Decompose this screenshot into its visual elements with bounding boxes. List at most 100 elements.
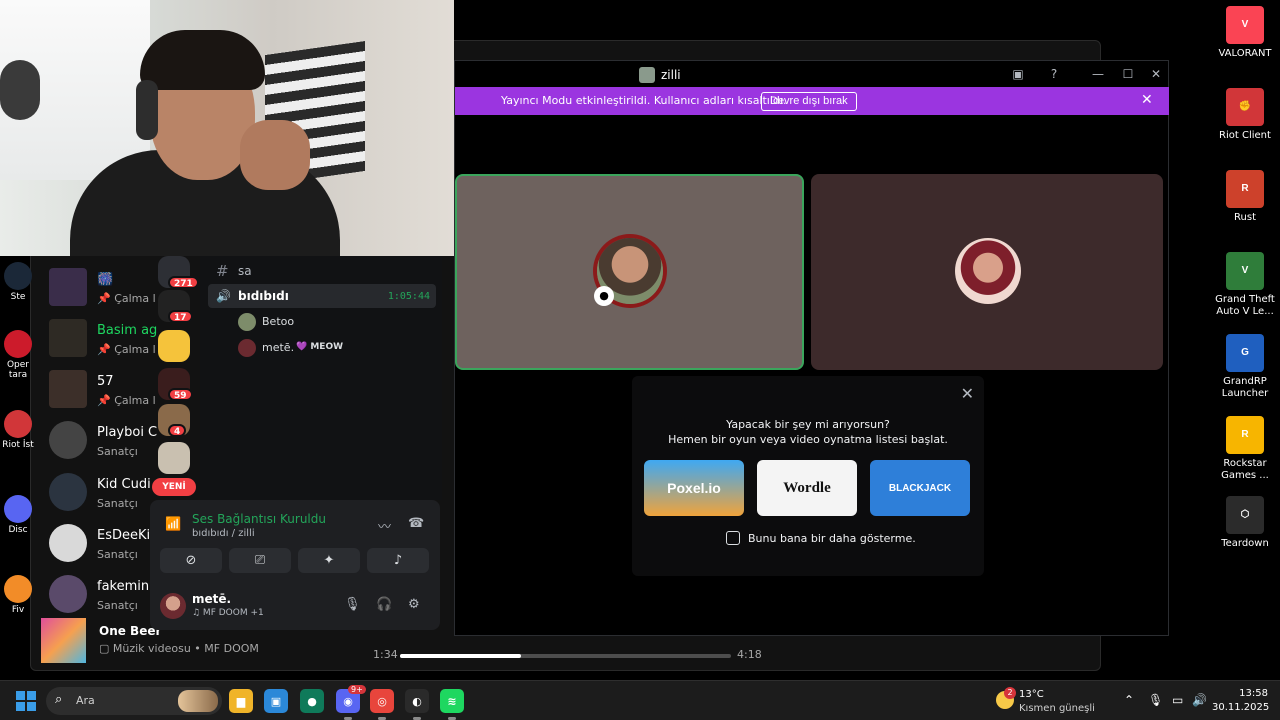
screen-share-button[interactable]: ⎚ xyxy=(229,548,291,573)
xbox-app-icon[interactable]: ● xyxy=(300,689,324,713)
progress-fill xyxy=(400,654,522,658)
library-item-title: 57 xyxy=(97,374,114,389)
desktop-shortcut[interactable]: V VALORANT xyxy=(1210,6,1280,60)
server-icon[interactable] xyxy=(158,442,190,474)
library-item-subtitle: Sanatçı xyxy=(97,445,138,458)
weather-widget[interactable]: 2 13°C Kısmen güneşli xyxy=(994,687,1104,715)
soundboard-button[interactable]: ♪ xyxy=(367,548,429,573)
desktop-shortcut-partial[interactable]: Oper tara xyxy=(0,330,36,380)
desktop-shortcut[interactable]: R Rust xyxy=(1210,170,1280,224)
noise-suppression-icon[interactable]: 〰 xyxy=(378,516,391,535)
close-activity-icon[interactable]: ✕ xyxy=(961,384,974,403)
desktop-shortcut-label: Grand Theft Auto V Le... xyxy=(1215,294,1275,317)
voice-user[interactable]: metē. 💜 MEOW xyxy=(236,337,436,359)
desktop-shortcut-label: Riot Client xyxy=(1219,130,1271,141)
minimize-button[interactable]: — xyxy=(1085,63,1111,85)
close-banner-icon[interactable]: ✕ xyxy=(1141,92,1153,108)
activity-subheading: Hemen bir oyun veya video oynatma listes… xyxy=(668,433,948,446)
new-badge[interactable]: YENİ xyxy=(152,478,196,496)
webcam-person-hair xyxy=(140,30,265,90)
network-icon[interactable]: ▭ xyxy=(1172,693,1183,707)
server-mention-badge: 4 xyxy=(168,424,187,437)
library-item-subtitle: 📌 Çalma l xyxy=(97,394,156,407)
speaker-icon: 🔊 xyxy=(216,289,231,303)
desktop-shortcut-label: GrandRP Launcher xyxy=(1221,376,1269,399)
volume-icon[interactable]: 🔊 xyxy=(1192,693,1207,707)
elapsed-time: 1:34 xyxy=(373,648,398,661)
desktop-shortcut-partial[interactable]: Disc xyxy=(0,495,36,535)
search-placeholder: Ara xyxy=(76,694,95,707)
progress-bar[interactable] xyxy=(400,654,731,658)
text-channel-name[interactable]: sa xyxy=(238,264,252,278)
windows-start-button[interactable] xyxy=(16,691,36,711)
desktop-shortcut-partial[interactable]: Riot İst xyxy=(0,410,36,450)
chrome-icon[interactable]: ◎ xyxy=(370,689,394,713)
desktop-shortcut[interactable]: G GrandRP Launcher xyxy=(1210,334,1280,400)
user-avatar[interactable] xyxy=(160,593,186,619)
tray-mic-icon[interactable]: 🎙 xyxy=(1148,693,1163,707)
desktop-shortcut-partial[interactable]: Ste xyxy=(0,262,36,302)
obs-icon[interactable]: ◐ xyxy=(405,689,429,713)
discord-notification-badge: 9+ xyxy=(348,685,366,694)
store-icon[interactable]: ▣ xyxy=(264,689,288,713)
library-item-title: fakemink xyxy=(97,579,157,594)
dont-show-checkbox[interactable] xyxy=(726,531,740,545)
desktop-shortcut-label: Teardown xyxy=(1221,538,1269,549)
desktop-shortcut-label: Ste xyxy=(10,292,26,302)
activity-button[interactable]: ✦ xyxy=(298,548,360,573)
desktop-shortcut-partial[interactable]: Fiv xyxy=(0,575,36,615)
taskbar-search[interactable]: ⌕ Ara xyxy=(46,687,222,715)
voice-channel-name: bıdıbıdı xyxy=(238,289,289,303)
settings-gear-icon[interactable]: ⚙ xyxy=(408,597,420,612)
participant-status-badge: ● xyxy=(594,286,614,306)
library-item-thumb xyxy=(49,370,87,408)
system-clock[interactable]: 13:58 30.11.2025 xyxy=(1212,687,1269,715)
steam-icon xyxy=(4,262,32,290)
library-item-thumb xyxy=(49,524,87,562)
dont-show-again-option[interactable]: Bunu bana bir daha gösterme. xyxy=(726,531,916,545)
song-meta-text: Müzik videosu • MF DOOM xyxy=(112,642,259,655)
participant-tile-1[interactable]: ● xyxy=(455,174,804,370)
desktop-shortcut-label: Riot İst xyxy=(2,440,34,450)
maximize-button[interactable]: ☐ xyxy=(1115,63,1141,85)
camera-toggle-button[interactable]: ⊘ xyxy=(160,548,222,573)
voice-user-name: metē. xyxy=(262,341,295,354)
help-icon[interactable]: ? xyxy=(1041,63,1067,85)
microphone-icon[interactable]: 🎙 xyxy=(344,597,361,612)
inbox-icon[interactable]: ▣ xyxy=(1005,63,1031,85)
total-time: 4:18 xyxy=(737,648,762,661)
library-item-thumb xyxy=(49,268,87,306)
channel-panel: # sa 🔊 bıdıbıdı 1:05:44 Betoo metē. 💜 MEOW xyxy=(200,256,442,500)
server-mention-badge: 271 xyxy=(168,276,199,289)
riot-icon xyxy=(4,410,32,438)
activity-card-poxel[interactable]: Poxel.io xyxy=(644,460,744,516)
activity-card-blackjack[interactable]: BLACKJACK xyxy=(870,460,970,516)
close-window-button[interactable]: ✕ xyxy=(1143,63,1169,85)
user-name[interactable]: metē. xyxy=(192,592,231,606)
desktop-shortcut[interactable]: ⬡ Teardown xyxy=(1210,496,1280,550)
valorant-icon: V xyxy=(1226,6,1264,44)
disable-streamer-button[interactable]: Devre dışı bırak xyxy=(761,92,857,111)
headphones-icon[interactable]: 🎧 xyxy=(376,597,392,612)
desktop-shortcut[interactable]: R Rockstar Games ... xyxy=(1210,416,1280,482)
connection-signal-icon: 📶 xyxy=(165,517,182,532)
rockstar-icon: R xyxy=(1226,416,1264,454)
desktop-shortcut[interactable]: ✊ Riot Client xyxy=(1210,88,1280,142)
spotify-taskbar-icon[interactable]: ≋ xyxy=(440,689,464,713)
connection-status[interactable]: Ses Bağlantısı Kuruldu xyxy=(192,512,326,526)
activity-card-wordle[interactable]: Wordle xyxy=(757,460,857,516)
fivem-icon xyxy=(4,575,32,603)
tray-overflow-icon[interactable]: ⌃ xyxy=(1124,693,1134,707)
voice-channel-row[interactable]: 🔊 bıdıbıdı 1:05:44 xyxy=(208,284,436,308)
song-cover[interactable] xyxy=(41,618,86,663)
voice-user[interactable]: Betoo xyxy=(236,311,436,333)
disconnect-icon[interactable]: ☎ xyxy=(408,516,424,531)
grandrp-icon: G xyxy=(1226,334,1264,372)
gta-icon: V xyxy=(1226,252,1264,290)
library-item-title: EsDeeKi xyxy=(97,528,151,543)
desktop-shortcut[interactable]: V Grand Theft Auto V Le... xyxy=(1210,252,1280,318)
server-icon[interactable] xyxy=(158,330,190,362)
participant-avatar xyxy=(955,238,1021,304)
file-explorer-icon[interactable]: ▆ xyxy=(229,689,253,713)
participant-tile-2[interactable] xyxy=(811,174,1163,370)
